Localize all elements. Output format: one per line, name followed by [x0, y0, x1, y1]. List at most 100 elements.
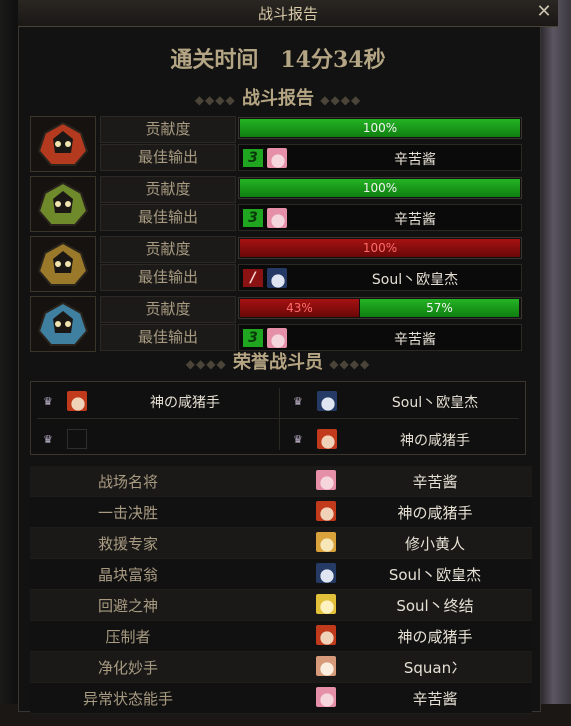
gold-boss-icon [30, 236, 96, 292]
crown-icon: ♛ [293, 433, 303, 446]
honor-panel: ♛ 神の咸猪手 ♛ Soul丶欧皇杰 ♛ ♛ 神の咸猪手 [30, 381, 526, 455]
yellow-avatar [316, 594, 336, 614]
rank-badge: 3 [243, 149, 263, 167]
dark-hair-avatar [267, 268, 287, 288]
awards-list: 战场名将 辛苦酱 一击决胜 神の咸猪手 救援专家 修小黄人 晶块富翁 Soul丶欧皇杰 回避之神… [30, 466, 532, 714]
background-right [541, 0, 571, 726]
award-winner: 辛苦酱 [412, 473, 458, 491]
best-output-box: 3 辛苦酱 [238, 144, 522, 171]
light-avatar [316, 656, 336, 676]
rank-badge: 3 [243, 209, 263, 227]
pink-hair-avatar [316, 470, 336, 490]
award-winner: Soul丶终结 [396, 597, 474, 615]
award-row: 晶块富翁 Soul丶欧皇杰 [30, 559, 532, 590]
award-row: 救援专家 修小黄人 [30, 528, 532, 559]
contribution-bar: 100% [238, 177, 522, 199]
award-winner: Squan冫 [403, 659, 467, 677]
honor-name: 神の咸猪手 [150, 395, 220, 411]
pink-hair-avatar [267, 328, 287, 348]
dark-hair-avatar [317, 391, 337, 411]
boss-row: 贡献度 最佳输出 100% / Soul丶欧皇杰 [30, 236, 526, 292]
window-titlebar[interactable]: 战斗报告 ✕ [18, 0, 558, 27]
best-output-label: 最佳输出 [100, 144, 236, 171]
award-row: 净化妙手 Squan冫 [30, 652, 532, 683]
award-row: 战场名将 辛苦酱 [30, 466, 532, 497]
contribution-bar: 100% [238, 237, 522, 259]
award-title: 晶块富翁 [97, 566, 158, 584]
section-honor-title: 荣誉战斗员 [233, 352, 323, 373]
award-winner: 神の咸猪手 [397, 628, 473, 646]
ornament-left-icon: ◆◆◆◆ [185, 357, 227, 371]
award-title: 净化妙手 [97, 659, 158, 677]
best-output-box: 3 辛苦酱 [238, 204, 522, 231]
honor-cell[interactable]: ♛ [31, 422, 277, 456]
fire-boss-icon [30, 116, 96, 172]
ice-boss-icon [30, 296, 96, 352]
award-winner: Soul丶欧皇杰 [388, 566, 482, 584]
section-report-header: ◆◆◆◆ 战斗报告 ◆◆◆◆ [30, 86, 526, 112]
best-output-name: 辛苦酱 [394, 152, 436, 168]
award-title: 压制者 [105, 628, 151, 646]
award-title: 回避之神 [97, 597, 158, 615]
honor-cell[interactable]: ♛ 神の咸猪手 [31, 384, 277, 418]
contribution-segment: 100% [240, 179, 520, 197]
honor-cell[interactable]: ♛ 神の咸猪手 [281, 422, 527, 456]
boss-row: 贡献度 最佳输出 43% 57% 3 辛苦酱 [30, 296, 526, 352]
best-output-box: / Soul丶欧皇杰 [238, 264, 522, 291]
red-hair-avatar [317, 429, 337, 449]
blonde-avatar [316, 532, 336, 552]
award-winner: 辛苦酱 [412, 690, 458, 708]
crown-icon: ♛ [293, 395, 303, 408]
award-winner: 修小黄人 [404, 535, 465, 553]
contribution-segment: 57% [360, 299, 519, 317]
rank-badge: / [243, 269, 263, 287]
pink-hair-avatar [267, 208, 287, 228]
honor-name: 神の咸猪手 [400, 433, 470, 449]
window-title: 战斗报告 [257, 5, 318, 23]
award-title: 异常状态能手 [82, 690, 173, 708]
red-hair-avatar [316, 625, 336, 645]
contribution-segment: 100% [240, 239, 520, 257]
best-output-name: 辛苦酱 [394, 212, 436, 228]
boss-row: 贡献度 最佳输出 100% 3 辛苦酱 [30, 116, 526, 172]
divider [37, 418, 519, 419]
pink-hair-avatar [267, 148, 287, 168]
contribution-label: 贡献度 [100, 176, 236, 203]
best-output-label: 最佳输出 [100, 264, 236, 291]
ornament-right-icon: ◆◆◆◆ [329, 357, 371, 371]
pink-hair-avatar [316, 687, 336, 707]
award-row: 压制者 神の咸猪手 [30, 621, 532, 652]
honor-cell[interactable]: ♛ Soul丶欧皇杰 [281, 384, 527, 418]
contribution-label: 贡献度 [100, 296, 236, 323]
best-output-box: 3 辛苦酱 [238, 324, 522, 351]
red-hair-avatar [67, 391, 87, 411]
contribution-segment: 43% [240, 299, 359, 317]
award-title: 一击决胜 [97, 504, 158, 522]
contribution-bar: 100% [238, 117, 522, 139]
best-output-name: 辛苦酱 [394, 332, 436, 348]
best-output-name: Soul丶欧皇杰 [371, 272, 459, 288]
background-left [0, 0, 18, 726]
best-output-label: 最佳输出 [100, 204, 236, 231]
award-title: 救援专家 [97, 535, 158, 553]
award-row: 一击决胜 神の咸猪手 [30, 497, 532, 528]
ornament-right-icon: ◆◆◆◆ [320, 93, 362, 107]
section-report-title: 战斗报告 [242, 88, 314, 109]
dark-hair-avatar [316, 563, 336, 583]
contribution-label: 贡献度 [100, 116, 236, 143]
award-row: 回避之神 Soul丶终结 [30, 590, 532, 621]
divider [279, 388, 280, 450]
section-honor-header: ◆◆◆◆ 荣誉战斗员 ◆◆◆◆ [30, 350, 526, 376]
crown-icon: ♛ [43, 433, 53, 446]
best-output-label: 最佳输出 [100, 324, 236, 351]
honor-name: Soul丶欧皇杰 [391, 395, 479, 411]
clear-time: 通关时间 14分34秒 [170, 47, 386, 73]
close-icon[interactable]: ✕ [534, 2, 554, 22]
nature-boss-icon [30, 176, 96, 232]
crown-icon: ♛ [43, 395, 53, 408]
award-title: 战场名将 [97, 473, 158, 491]
ornament-left-icon: ◆◆◆◆ [194, 93, 236, 107]
red-hair-avatar [316, 501, 336, 521]
contribution-segment: 100% [240, 119, 520, 137]
empty-avatar-slot [67, 429, 87, 449]
